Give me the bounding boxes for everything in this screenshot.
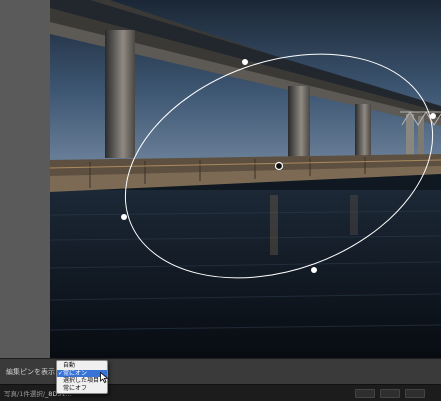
- mouse-pointer-icon: [100, 372, 109, 383]
- ellipse-handle-left[interactable]: [121, 214, 127, 220]
- edit-pin-icon[interactable]: [274, 161, 284, 171]
- ellipse-handle-top[interactable]: [242, 59, 248, 65]
- photo-canvas[interactable]: [50, 0, 441, 358]
- left-panel: [0, 0, 50, 358]
- ellipse-handle-right[interactable]: [430, 113, 436, 119]
- photo-image: [50, 0, 441, 358]
- ellipse-handle-bottom[interactable]: [311, 267, 317, 273]
- filter-widget[interactable]: [405, 389, 425, 398]
- menu-item-always-off[interactable]: 常にオフ: [57, 385, 107, 393]
- filter-widget[interactable]: [380, 389, 400, 398]
- filter-widget[interactable]: [355, 389, 375, 398]
- menu-item-auto[interactable]: 自動: [57, 362, 107, 370]
- photo-count: 写真/1件選択/: [4, 390, 46, 398]
